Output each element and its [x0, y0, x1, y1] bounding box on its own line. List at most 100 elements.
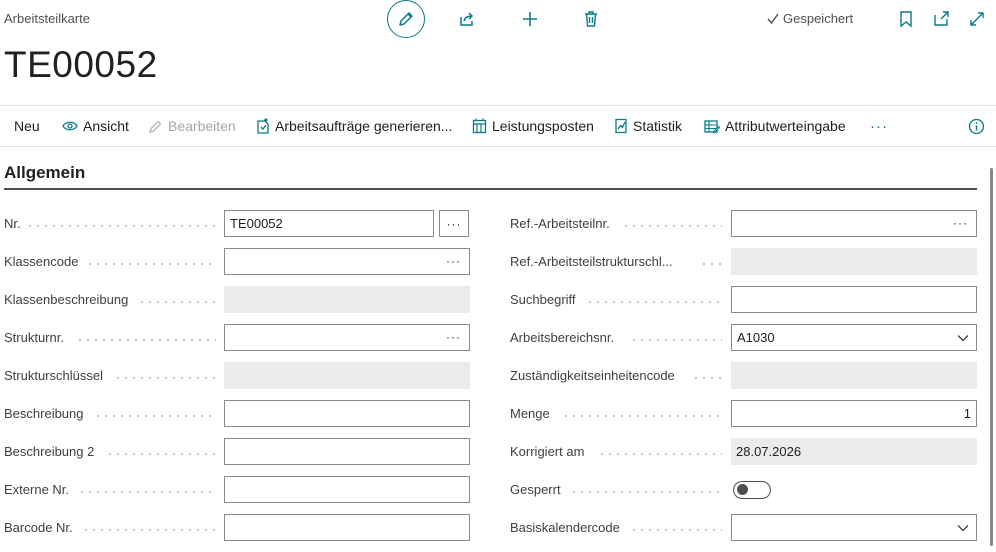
field-label-nr: Nr. [4, 216, 21, 231]
barcode-nr-field[interactable] [224, 514, 470, 541]
open-new-window-button[interactable] [930, 8, 952, 30]
strukturnr-lookup[interactable]: ··· [446, 330, 461, 344]
attribute-entry-label: Attributwerteingabe [725, 118, 846, 134]
action-bar: Neu Ansicht Bearbeiten Arbeitsaufträge g… [0, 105, 996, 147]
page-title: TE00052 [4, 44, 158, 85]
klassencode-lookup[interactable]: ··· [446, 254, 461, 268]
beschreibung-field[interactable] [224, 400, 470, 427]
bookmark-icon [900, 11, 912, 28]
field-label-arbeitsbereichsnr: Arbeitsbereichsnr. [510, 330, 615, 345]
field-label-korrigiert-am: Korrigiert am [510, 444, 585, 459]
field-label-ref-arbeitsteilstrukturschluessel: Ref.-Arbeitsteilstrukturschl... [510, 254, 673, 269]
pencil-icon [399, 12, 413, 26]
new-record-button[interactable] [519, 8, 541, 30]
generate-work-orders-action[interactable]: Arbeitsaufträge generieren... [256, 106, 452, 146]
klassencode-field[interactable]: ··· [224, 248, 470, 275]
view-action[interactable]: Ansicht [62, 106, 129, 146]
edit-button[interactable] [387, 0, 425, 38]
leader-dots [26, 225, 216, 227]
section-title[interactable]: Allgemein [4, 163, 85, 183]
strukturschluessel-field [224, 362, 470, 389]
nr-field[interactable]: TE00052 [224, 210, 434, 237]
zustaendigkeitseinheitencode-field [731, 362, 977, 389]
menge-field[interactable]: 1 [731, 400, 977, 427]
field-label-gesperrt: Gesperrt [510, 482, 561, 497]
share-button[interactable] [456, 8, 478, 30]
leader-dots [138, 301, 216, 303]
field-label-beschreibung-2: Beschreibung 2 [4, 444, 95, 459]
leader-dots [106, 453, 216, 455]
edit-action[interactable]: Bearbeiten [148, 106, 236, 146]
field-label-strukturnr: Strukturnr. [4, 330, 64, 345]
generate-document-icon [256, 118, 270, 134]
field-label-strukturschluessel: Strukturschlüssel [4, 368, 103, 383]
statistics-action[interactable]: Statistik [614, 106, 682, 146]
saved-status: Gespeichert [766, 11, 853, 26]
leader-dots [586, 301, 722, 303]
strukturnr-field[interactable]: ··· [224, 324, 470, 351]
leader-dots [76, 339, 216, 341]
service-entries-action[interactable]: Leistungsposten [472, 106, 594, 146]
leader-dots [630, 339, 722, 341]
leader-dots [570, 491, 722, 493]
info-button[interactable] [968, 106, 985, 146]
leader-dots [562, 415, 722, 417]
field-label-basiskalendercode: Basiskalendercode [510, 520, 620, 535]
section-divider [4, 188, 977, 190]
new-action-label: Neu [14, 118, 40, 134]
basiskalendercode-select[interactable] [731, 514, 977, 541]
toggle-knob [737, 484, 748, 495]
delete-button[interactable] [580, 8, 602, 30]
nr-assist-button[interactable]: ··· [439, 210, 469, 237]
expand-icon [970, 12, 984, 26]
leader-dots [114, 377, 216, 379]
ref-arbeitsteilstrukturschluessel-field [731, 248, 977, 275]
share-icon [460, 12, 474, 26]
leader-dots [94, 415, 216, 417]
generate-work-orders-label: Arbeitsaufträge generieren... [275, 118, 453, 134]
chevron-down-icon [957, 335, 969, 342]
field-label-zustaendigkeitseinheitencode: Zuständigkeitseinheitencode [510, 368, 675, 383]
externe-nr-field[interactable] [224, 476, 470, 503]
field-label-menge: Menge [510, 406, 550, 421]
saved-status-label: Gespeichert [783, 11, 854, 26]
gesperrt-toggle[interactable] [733, 481, 771, 499]
leader-dots [630, 529, 722, 531]
field-label-suchbegriff: Suchbegriff [510, 292, 576, 307]
page-caption: Arbeitsteilkarte [4, 11, 90, 26]
leader-dots [700, 263, 722, 265]
statistics-icon [614, 118, 628, 134]
bookmark-button[interactable] [895, 8, 917, 30]
attribute-table-icon [704, 119, 720, 134]
beschreibung-2-field[interactable] [224, 438, 470, 465]
eye-icon [62, 120, 78, 132]
leader-dots [86, 263, 216, 265]
ref-arbeitsteilnr-lookup[interactable]: ··· [953, 216, 968, 230]
leader-dots [598, 453, 722, 455]
info-icon [968, 118, 985, 134]
scrollbar[interactable] [990, 168, 993, 546]
leader-dots [692, 377, 722, 379]
more-actions-button[interactable]: ··· [870, 106, 888, 146]
field-label-klassenbeschreibung: Klassenbeschreibung [4, 292, 129, 307]
leader-dots [82, 529, 216, 531]
field-label-beschreibung: Beschreibung [4, 406, 84, 421]
open-in-new-window-icon [934, 11, 949, 26]
attribute-entry-action[interactable]: Attributwerteingabe [704, 106, 846, 146]
statistics-label: Statistik [633, 118, 683, 134]
ref-arbeitsteilnr-field[interactable]: ··· [731, 210, 977, 237]
trash-icon [585, 11, 597, 27]
new-action[interactable]: Neu [14, 106, 40, 146]
field-label-klassencode: Klassencode [4, 254, 79, 269]
arbeitsbereichsnr-select[interactable]: A1030 [731, 324, 977, 351]
edit-action-label: Bearbeiten [168, 118, 236, 134]
service-entries-label: Leistungsposten [492, 118, 594, 134]
klassenbeschreibung-field [224, 286, 470, 313]
leader-dots [78, 491, 216, 493]
chevron-down-icon [957, 525, 969, 532]
field-label-barcode-nr: Barcode Nr. [4, 520, 73, 535]
plus-icon [523, 12, 537, 26]
entries-list-icon [472, 118, 487, 134]
expand-button[interactable] [966, 8, 988, 30]
suchbegriff-field[interactable] [731, 286, 977, 313]
